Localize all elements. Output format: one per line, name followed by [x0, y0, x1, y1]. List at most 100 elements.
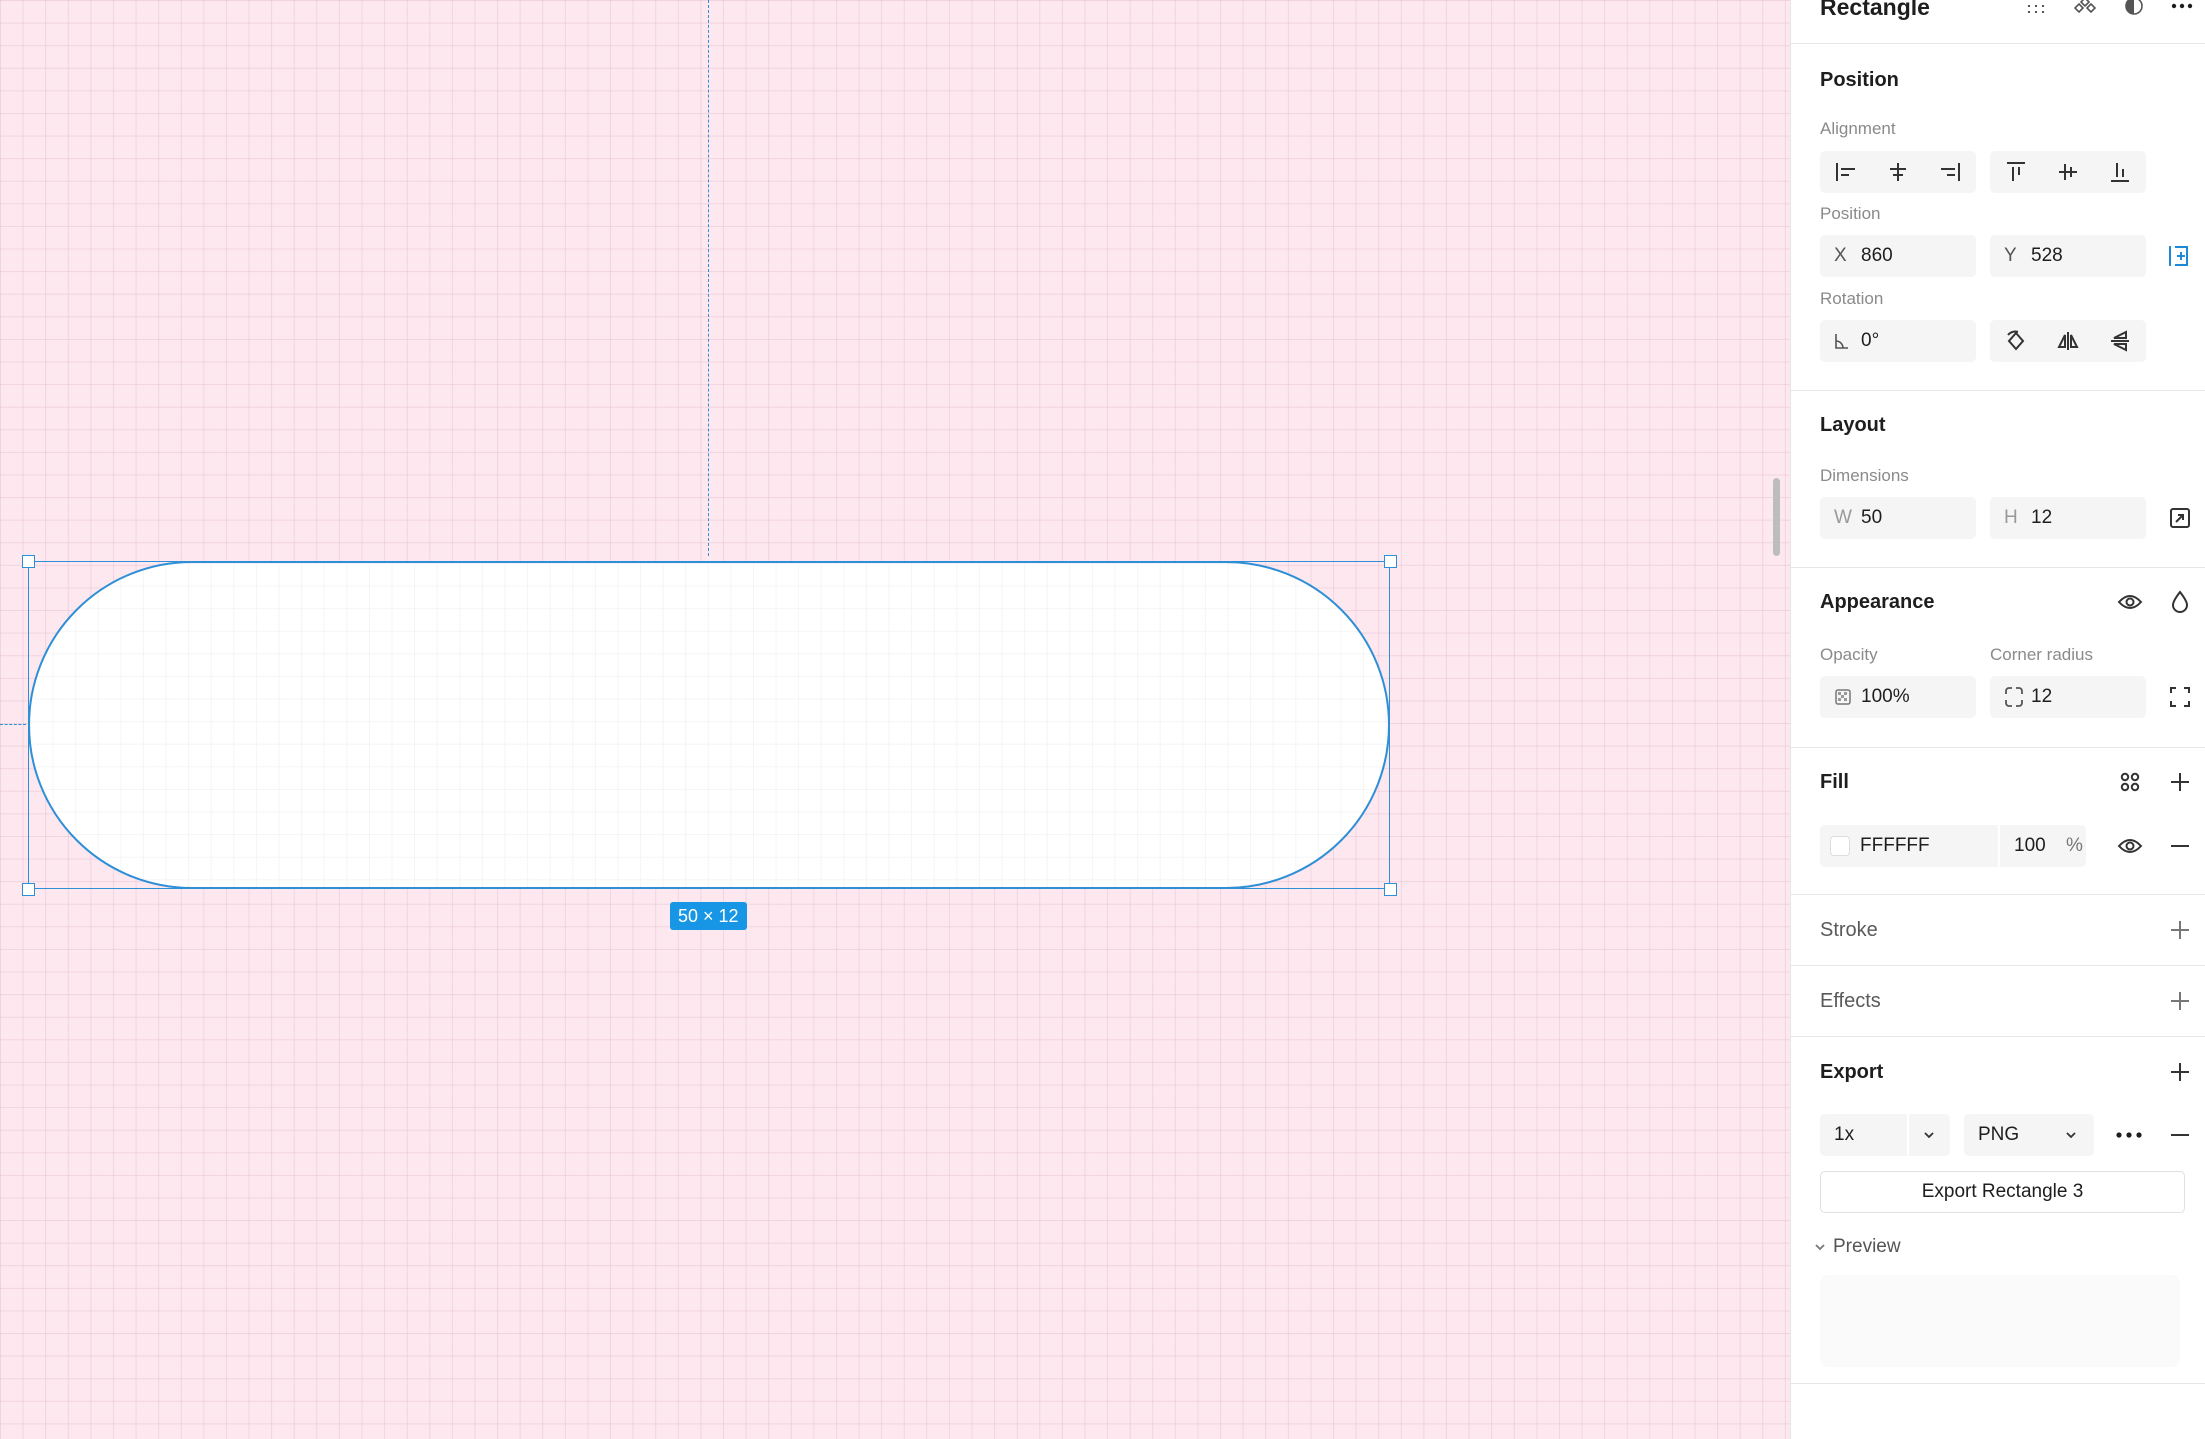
opacity-value: 100% [1861, 686, 1910, 707]
resize-to-fit-icon[interactable] [2164, 502, 2196, 534]
fill-color-field[interactable]: FFFFFF 100 % [1820, 825, 2086, 867]
constraints-icon[interactable] [2163, 240, 2195, 272]
position-label: Position [1820, 204, 1881, 223]
fill-field-divider [1998, 825, 2000, 867]
x-position-field[interactable]: X 860 [1820, 235, 1976, 277]
stroke-section-title: Stroke [1820, 919, 1878, 941]
add-effect-icon[interactable] [2164, 985, 2196, 1017]
horizontal-align-group [1820, 151, 1976, 193]
add-fill-icon[interactable] [2164, 766, 2196, 798]
layout-section: Layout Dimensions W 50 H 12 [1791, 391, 2205, 568]
opacity-field[interactable]: 100% [1820, 676, 1976, 718]
resize-handle-top-left[interactable] [22, 555, 35, 568]
remove-export-icon[interactable] [2164, 1119, 2196, 1151]
visibility-eye-icon[interactable] [2114, 586, 2146, 618]
align-right-icon[interactable] [1924, 151, 1976, 193]
design-canvas[interactable]: 50 × 12 [0, 0, 1790, 1439]
x-prefix: X [1834, 245, 1847, 266]
format-chevron-down-icon [2064, 1114, 2078, 1156]
canvas-scrollbar[interactable] [1773, 478, 1780, 556]
align-center-horizontal-icon[interactable] [1872, 151, 1924, 193]
y-value: 528 [2031, 245, 2063, 266]
rotation-value: 0° [1861, 330, 1880, 351]
flip-horizontal-icon[interactable] [2042, 320, 2094, 362]
fill-percent-sign: % [2066, 835, 2083, 856]
height-field[interactable]: H 12 [1990, 497, 2146, 539]
vertical-guide [708, 0, 709, 556]
export-button[interactable]: Export Rectangle 3 [1820, 1171, 2185, 1213]
position-section: Position Alignment Position X 860 Y 528 … [1791, 44, 2205, 391]
appearance-section-title: Appearance [1820, 591, 1935, 613]
position-section-title: Position [1820, 69, 1899, 91]
styles-grid-icon[interactable] [2114, 766, 2146, 798]
rotation-field[interactable]: 0° [1820, 320, 1976, 362]
blend-mode-drop-icon[interactable] [2164, 586, 2196, 618]
mask-icon[interactable] [2118, 0, 2150, 22]
h-value: 12 [2031, 507, 2053, 528]
horizontal-guide [0, 724, 26, 725]
export-section-title: Export [1820, 1061, 1884, 1083]
layer-type-title: Rectangle [1820, 0, 1930, 20]
dimensions-label: Dimensions [1820, 466, 1909, 485]
export-scale-select[interactable]: 1x [1820, 1114, 1950, 1156]
stroke-section: Stroke [1791, 895, 2205, 966]
corner-radius-value: 12 [2031, 686, 2053, 707]
y-prefix: Y [2004, 245, 2017, 266]
component-icon[interactable] [2020, 0, 2052, 22]
opacity-label: Opacity [1820, 645, 1878, 664]
appearance-section: Appearance Opacity Corner radius 100% 12 [1791, 568, 2205, 748]
independent-corners-icon[interactable] [2164, 681, 2196, 713]
x-value: 860 [1861, 245, 1893, 266]
remove-fill-icon[interactable] [2164, 830, 2196, 862]
export-settings-more-icon[interactable] [2113, 1119, 2145, 1151]
fill-swatch[interactable] [1830, 836, 1850, 856]
flip-vertical-icon[interactable] [2094, 320, 2146, 362]
export-format-select[interactable]: PNG [1964, 1114, 2094, 1156]
export-preview-image [1820, 1275, 2180, 1367]
vertical-align-group [1990, 151, 2146, 193]
opacity-checker-icon [1834, 676, 1852, 718]
scale-chevron-down-icon [1922, 1114, 1936, 1156]
y-position-field[interactable]: Y 528 [1990, 235, 2146, 277]
angle-icon [1834, 320, 1850, 362]
layout-section-title: Layout [1820, 414, 1886, 436]
corner-radius-icon [2004, 676, 2024, 718]
w-prefix: W [1834, 507, 1852, 528]
size-badge: 50 × 12 [670, 902, 747, 930]
resize-handle-top-right[interactable] [1384, 555, 1397, 568]
fill-section: Fill FFFFFF 100 % [1791, 748, 2205, 895]
export-scale-value: 1x [1834, 1124, 1855, 1145]
effects-section-title: Effects [1820, 990, 1881, 1012]
transform-group [1990, 320, 2146, 362]
align-left-icon[interactable] [1820, 151, 1872, 193]
components-icon[interactable] [2069, 0, 2101, 22]
corner-radius-label: Corner radius [1990, 645, 2093, 664]
export-format-value: PNG [1978, 1124, 2020, 1145]
fill-visibility-eye-icon[interactable] [2114, 830, 2146, 862]
preview-chevron-down-icon [1813, 1236, 1827, 1258]
fill-opacity-value: 100 [2014, 835, 2046, 856]
alignment-label: Alignment [1820, 119, 1896, 138]
effects-section: Effects [1791, 966, 2205, 1037]
align-top-icon[interactable] [1990, 151, 2042, 193]
corner-radius-field[interactable]: 12 [1990, 676, 2146, 718]
properties-panel: Rectangle Position Alignment Position X … [1790, 0, 2205, 1439]
add-stroke-icon[interactable] [2164, 914, 2196, 946]
resize-handle-bottom-right[interactable] [1384, 883, 1397, 896]
fill-hex-value: FFFFFF [1860, 835, 1930, 856]
w-value: 50 [1861, 507, 1883, 528]
width-field[interactable]: W 50 [1820, 497, 1976, 539]
h-prefix: H [2004, 507, 2018, 528]
preview-label: Preview [1833, 1236, 1901, 1257]
rectangle-shape[interactable] [28, 561, 1390, 889]
align-middle-icon[interactable] [2042, 151, 2094, 193]
more-options-icon[interactable] [2166, 0, 2198, 22]
add-export-icon[interactable] [2164, 1056, 2196, 1088]
align-bottom-icon[interactable] [2094, 151, 2146, 193]
resize-handle-bottom-left[interactable] [22, 883, 35, 896]
panel-header: Rectangle [1791, 0, 2205, 44]
fill-section-title: Fill [1820, 771, 1849, 793]
rotate-90-icon[interactable] [1990, 320, 2042, 362]
scale-divider [1907, 1114, 1909, 1156]
rotation-label: Rotation [1820, 289, 1884, 308]
